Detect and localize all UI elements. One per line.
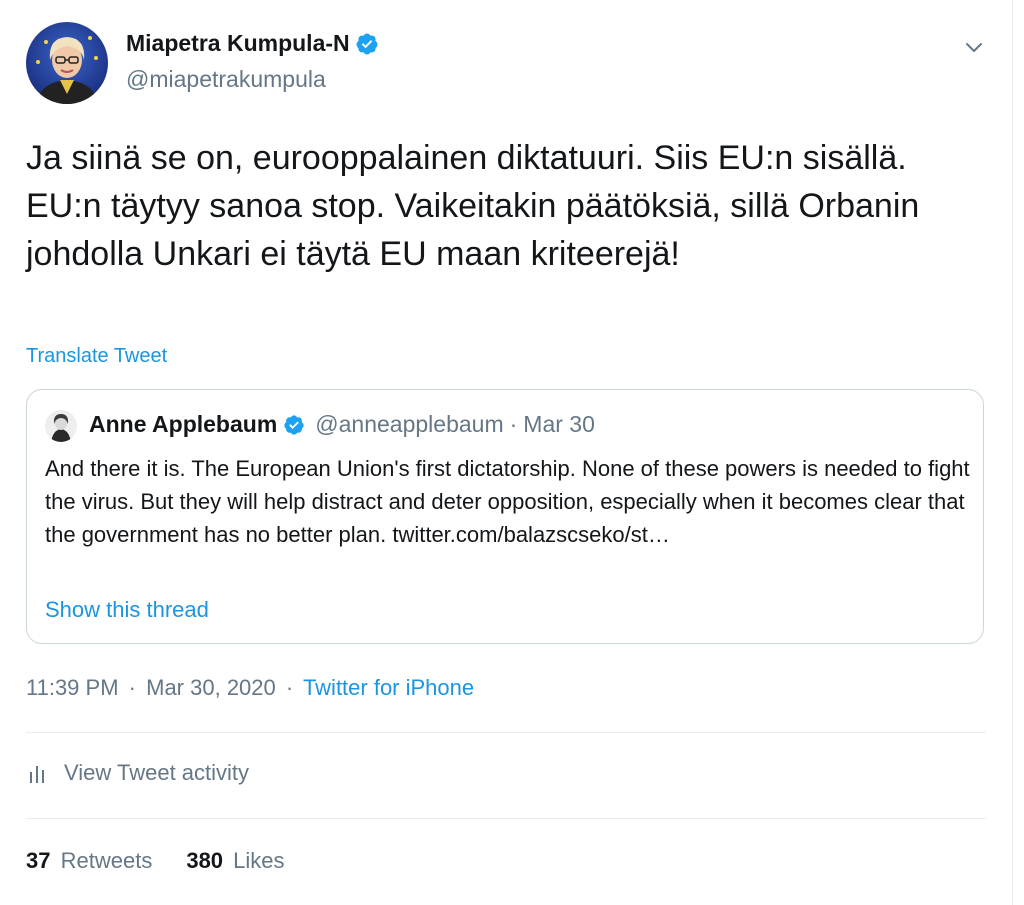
author-name-row[interactable]: Miapetra Kumpula-N	[126, 30, 379, 57]
retweets-count: 37	[26, 848, 51, 873]
tweet-date[interactable]: Mar 30, 2020	[146, 675, 276, 700]
author-handle[interactable]: @miapetrakumpula	[126, 66, 326, 93]
quoted-separator: ·	[509, 411, 518, 437]
tweet-meta: 11:39 PM · Mar 30, 2020 · Twitter for iP…	[26, 675, 474, 701]
author-avatar[interactable]	[26, 22, 108, 104]
retweets-label: Retweets	[60, 848, 153, 873]
bar-chart-icon	[26, 761, 50, 785]
tweet-source-link[interactable]: Twitter for iPhone	[303, 675, 474, 700]
quoted-display-name: Anne Applebaum	[89, 411, 278, 437]
retweets-stat[interactable]: 37 Retweets	[26, 848, 152, 874]
author-display-name[interactable]: Miapetra Kumpula-N	[126, 30, 350, 57]
quoted-handle: @anneapplebaum	[315, 411, 504, 437]
divider	[26, 818, 986, 819]
quoted-text: And there it is. The European Union's fi…	[45, 456, 970, 547]
verified-badge-icon	[283, 414, 305, 436]
tweet-text: Ja siinä se on, eurooppalainen diktatuur…	[26, 139, 920, 273]
tweet-header: Miapetra Kumpula-N @miapetrakumpula	[26, 22, 986, 106]
view-tweet-activity-label: View Tweet activity	[64, 760, 250, 785]
likes-label: Likes	[233, 848, 285, 873]
tweet-stats: 37 Retweets 380 Likes	[26, 848, 319, 874]
quoted-header: Anne Applebaum @anneapplebaum · Mar 30	[89, 411, 595, 438]
tweet-time[interactable]: 11:39 PM	[26, 675, 119, 700]
chevron-down-icon[interactable]	[961, 34, 987, 60]
likes-stat[interactable]: 380 Likes	[186, 848, 284, 874]
translate-tweet-link[interactable]: Translate Tweet	[26, 345, 167, 368]
quoted-tweet[interactable]: Anne Applebaum @anneapplebaum · Mar 30 A…	[26, 389, 984, 644]
quoted-author-avatar	[45, 410, 77, 442]
tweet-detail: Miapetra Kumpula-N @miapetrakumpula Ja s…	[0, 0, 1013, 905]
meta-separator: ·	[128, 675, 136, 700]
meta-separator: ·	[285, 675, 294, 700]
quoted-date: Mar 30	[523, 411, 595, 437]
view-tweet-activity-button[interactable]: View Tweet activity	[26, 760, 249, 786]
verified-badge-icon	[355, 32, 379, 56]
show-thread-link[interactable]: Show this thread	[45, 597, 209, 623]
likes-count: 380	[186, 848, 224, 873]
divider	[26, 732, 986, 733]
